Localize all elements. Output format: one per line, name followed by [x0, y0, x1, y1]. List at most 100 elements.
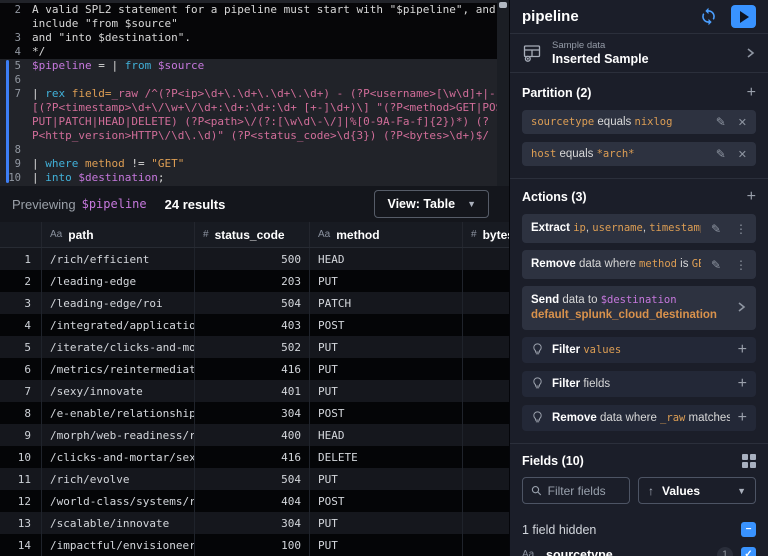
- editor-scrollbar-thumb[interactable]: [499, 2, 507, 8]
- cell-status_code: 304: [195, 402, 310, 424]
- action-card-text: Send data to $destinationdefault_splunk_…: [531, 293, 727, 323]
- field-checkbox[interactable]: ✓: [741, 547, 756, 556]
- action-card-text: Extract ip, username, timestamp, method,…: [531, 221, 701, 236]
- partition-chip-text: sourcetype equals nixlog: [531, 116, 716, 128]
- table-row[interactable]: 3/leading-edge/roi504PATCH: [0, 292, 509, 314]
- cell-status_code: 504: [195, 468, 310, 490]
- table-row[interactable]: 1/rich/efficient500HEAD: [0, 248, 509, 270]
- text-run: $source: [151, 59, 204, 72]
- view-table-button[interactable]: View: Table ▼: [374, 190, 489, 218]
- table-row[interactable]: 10/clicks-and-mortar/sexy/re…416DELETE: [0, 446, 509, 468]
- cell-bytes: [463, 336, 509, 358]
- editor-line: PUT|PATCH|HEAD|DELETE) (?P<path>\/(?:[\w…: [0, 115, 497, 129]
- line-number: 8: [0, 143, 32, 157]
- actions-section-header: Actions (3) +: [522, 189, 756, 205]
- table-row[interactable]: 7/sexy/innovate401PUT: [0, 380, 509, 402]
- text-run: data to: [559, 294, 601, 306]
- sample-data-row[interactable]: Sample data Inserted Sample: [510, 34, 768, 73]
- text-run: */: [32, 45, 45, 58]
- line-code: include "from $source": [32, 17, 497, 31]
- close-icon[interactable]: ✕: [738, 116, 747, 129]
- table-row[interactable]: 11/rich/evolve504PUT: [0, 468, 509, 490]
- table-row[interactable]: 12/world-class/systems/recon…404POST: [0, 490, 509, 512]
- line-number: 5: [0, 59, 32, 73]
- add-suggestion-button[interactable]: +: [738, 410, 747, 426]
- text-run: values: [583, 344, 621, 356]
- partition-chip[interactable]: host equals *arch*✎ ✕: [522, 142, 756, 166]
- action-card[interactable]: Send data to $destinationdefault_splunk_…: [522, 286, 756, 330]
- add-suggestion-button[interactable]: +: [738, 376, 747, 392]
- suggestion-text: Filter values: [552, 344, 730, 356]
- action-card-line: Extract ip, username, timestamp, method,…: [531, 221, 701, 236]
- table-row[interactable]: 2/leading-edge203PUT: [0, 270, 509, 292]
- text-run: method: [85, 157, 125, 170]
- edit-icon[interactable]: ✎: [716, 147, 726, 161]
- row-number: 5: [0, 336, 42, 358]
- line-number: 6: [0, 73, 32, 87]
- cell-path: /leading-edge: [42, 270, 195, 292]
- table-row[interactable]: 6/metrics/reintermediate/be…416PUT: [0, 358, 509, 380]
- text-run: P<http_version>HTTP\/\d\.\d)" (?P<status…: [32, 129, 489, 142]
- table-row[interactable]: 4/integrated/applications403POST: [0, 314, 509, 336]
- row-number: 3: [0, 292, 42, 314]
- text-run: |: [32, 171, 45, 184]
- preview-bar: Previewing $pipeline 24 results View: Ta…: [0, 186, 509, 222]
- close-icon[interactable]: ✕: [738, 148, 747, 161]
- table-row[interactable]: 13/scalable/innovate304PUT: [0, 512, 509, 534]
- action-suggestion[interactable]: Remove data where _raw matches…+: [522, 405, 756, 431]
- cell-bytes: [463, 270, 509, 292]
- cell-bytes: [463, 402, 509, 424]
- hidden-fields-checkbox[interactable]: −: [741, 522, 756, 537]
- run-pipeline-button[interactable]: [731, 5, 756, 28]
- edit-icon[interactable]: ✎: [716, 115, 726, 129]
- partition-chips: sourcetype equals nixlog✎✕host equals *a…: [522, 110, 756, 166]
- row-number: 7: [0, 380, 42, 402]
- text-run: from: [125, 59, 152, 72]
- filter-fields-input[interactable]: [548, 484, 621, 498]
- table-row[interactable]: 8/e-enable/relationships/di…304POST: [0, 402, 509, 424]
- partition-chip[interactable]: sourcetype equals nixlog✎ ✕: [522, 110, 756, 134]
- kebab-menu-icon[interactable]: ⋮: [735, 222, 747, 236]
- editor-scrollbar[interactable]: [497, 0, 509, 186]
- code-editor[interactable]: 2A valid SPL2 statement for a pipeline m…: [0, 0, 509, 186]
- add-partition-button[interactable]: +: [747, 85, 756, 101]
- table-row[interactable]: 5/iterate/clicks-and-mortar…502PUT: [0, 336, 509, 358]
- text-run: data where: [576, 258, 639, 270]
- cell-path: /metrics/reintermediate/be…: [42, 358, 195, 380]
- text-run: nixlog: [635, 116, 673, 128]
- action-card[interactable]: Remove data where method is GET ✎ ⋮: [522, 250, 756, 279]
- text-run: Filter: [552, 378, 580, 390]
- cell-bytes: [463, 292, 509, 314]
- sample-data-value: Inserted Sample: [552, 52, 734, 66]
- sync-icon[interactable]: [699, 7, 718, 26]
- cell-status_code: 304: [195, 512, 310, 534]
- sort-values-dropdown[interactable]: ↑ Values ▼: [638, 477, 756, 504]
- editor-line: 10| into $destination;: [0, 171, 497, 185]
- add-suggestion-button[interactable]: +: [738, 342, 747, 358]
- edit-icon[interactable]: ✎: [711, 258, 721, 272]
- kebab-menu-icon[interactable]: ⋮: [735, 258, 747, 272]
- partition-section-header: Partition (2) +: [522, 85, 756, 101]
- partition-chip-text: host equals *arch*: [531, 148, 716, 160]
- row-number: 9: [0, 424, 42, 446]
- text-run: $pipeline: [32, 59, 92, 72]
- table-row[interactable]: 9/morph/web-readiness/revol…400HEAD: [0, 424, 509, 446]
- action-card-text: Remove data where method is GET: [531, 257, 701, 272]
- field-row[interactable]: Aasourcetype1✓: [522, 544, 756, 556]
- action-card[interactable]: Extract ip, username, timestamp, method,…: [522, 214, 756, 243]
- caret-down-icon: ▼: [467, 199, 476, 209]
- table-row[interactable]: 14/impactful/envisioneer100PUT: [0, 534, 509, 556]
- grid-view-icon[interactable]: [742, 454, 756, 468]
- text-run: Extract: [531, 222, 570, 234]
- text-run: PUT|PATCH|HEAD|DELETE) (?P<path>\/(?:[\w…: [32, 115, 489, 128]
- action-suggestion[interactable]: Filter fields +: [522, 371, 756, 397]
- filter-fields-inputbox[interactable]: [522, 477, 630, 504]
- column-header-rownum: [0, 222, 42, 247]
- add-action-button[interactable]: +: [747, 189, 756, 205]
- text-run: fields: [580, 378, 610, 390]
- editor-lines: 2A valid SPL2 statement for a pipeline m…: [0, 3, 509, 185]
- text-run: [(?P<timestamp>\d+\/\w+\/\d+:\d+:\d+:\d+…: [32, 101, 497, 114]
- text-run: include "from $source": [32, 17, 178, 30]
- action-suggestion[interactable]: Filter values +: [522, 337, 756, 363]
- edit-icon[interactable]: ✎: [711, 222, 721, 236]
